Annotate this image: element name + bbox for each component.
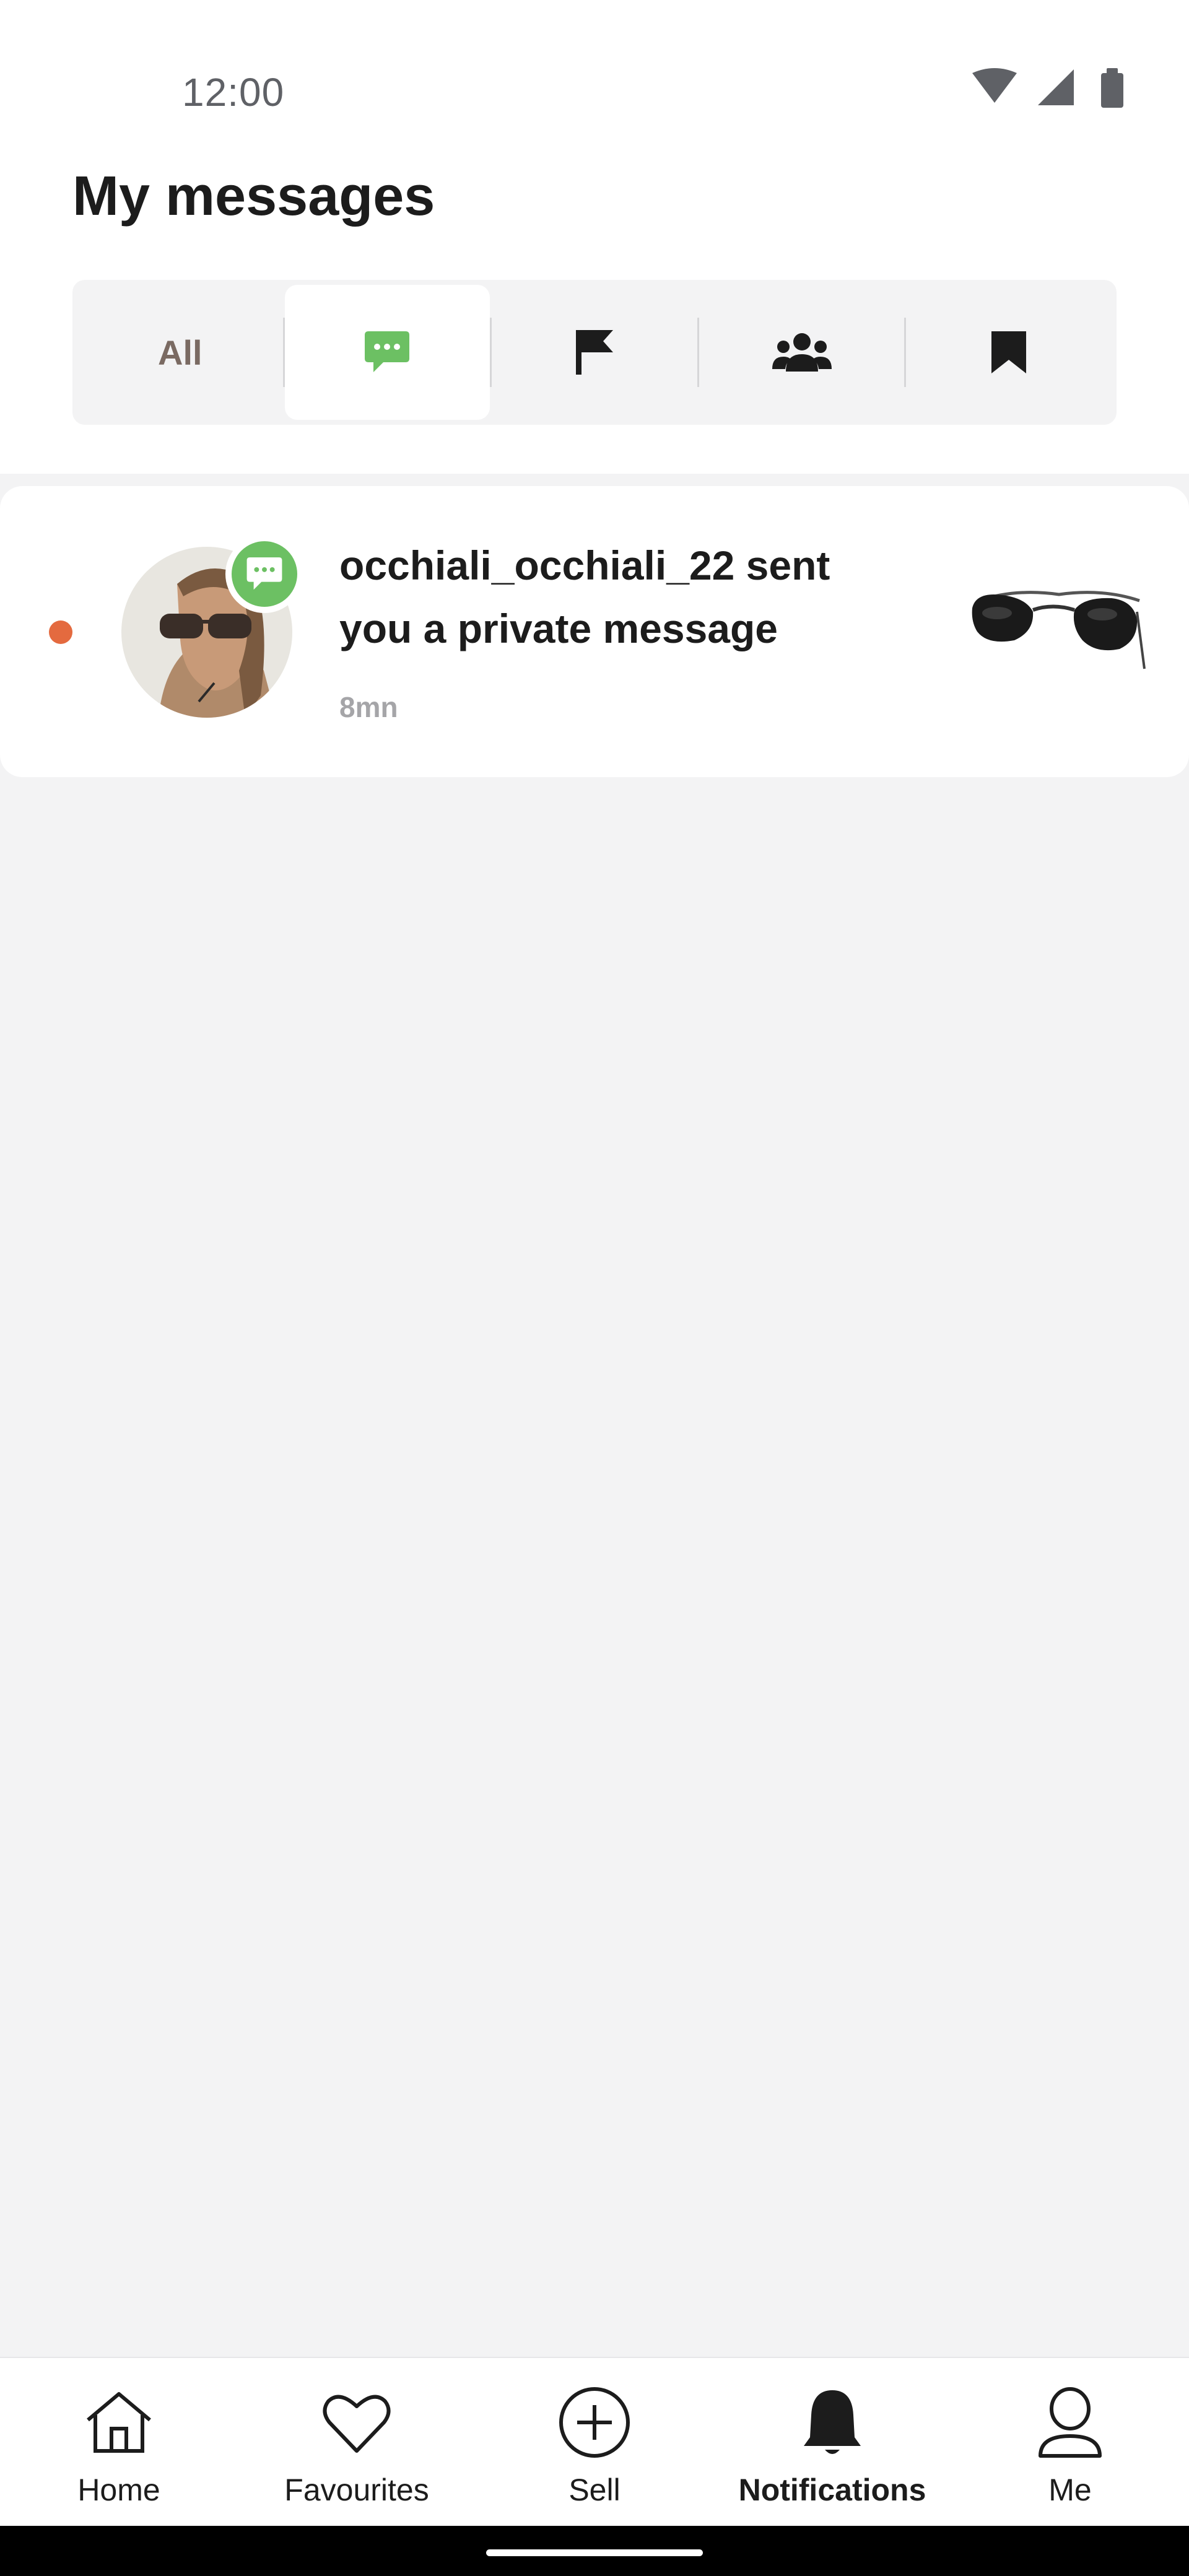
chat-bubble-icon	[246, 557, 282, 590]
nav-notifications-label: Notifications	[738, 2473, 926, 2507]
nav-home-label: Home	[77, 2473, 160, 2507]
unread-indicator	[49, 620, 72, 644]
product-thumbnail[interactable]	[966, 576, 1146, 675]
status-time: 12:00	[182, 70, 285, 115]
plus-circle-icon	[559, 2387, 630, 2458]
group-icon	[772, 333, 832, 372]
nav-me-label: Me	[1048, 2473, 1092, 2507]
nav-favourites-label: Favourites	[284, 2473, 429, 2507]
wifi-icon	[972, 68, 1017, 103]
page-title: My messages	[72, 165, 435, 227]
home-indicator[interactable]	[486, 2549, 703, 2556]
tab-saved[interactable]	[906, 285, 1112, 420]
home-icon	[87, 2392, 151, 2453]
bookmark-icon	[991, 331, 1027, 373]
tab-messages[interactable]	[284, 285, 490, 420]
status-icons	[972, 68, 1123, 108]
tab-flags[interactable]	[492, 285, 697, 420]
notification-text: occhiali_occhiali_22 sent you a private …	[339, 542, 830, 651]
nav-favourites[interactable]: Favourites	[238, 2358, 476, 2526]
tab-all[interactable]: All	[77, 285, 283, 420]
person-icon	[1039, 2387, 1102, 2458]
message-badge	[225, 535, 303, 613]
aviator-sunglasses-image	[972, 591, 1146, 669]
header: My messages All	[0, 136, 1189, 474]
chat-bubble-icon	[365, 331, 410, 372]
tab-all-label: All	[158, 333, 203, 372]
filter-tabs: All	[72, 280, 1117, 425]
status-bar: 12:00	[0, 0, 1189, 136]
nav-sell[interactable]: Sell	[476, 2358, 713, 2526]
heart-icon	[323, 2395, 391, 2453]
nav-sell-label: Sell	[568, 2473, 621, 2507]
notification-time: 8mn	[339, 691, 398, 723]
nav-me[interactable]: Me	[951, 2358, 1189, 2526]
cellular-signal-icon	[1038, 69, 1074, 105]
bottom-nav: Home Favourites Sell Notifications Me	[0, 2357, 1189, 2526]
nav-notifications[interactable]: Notifications	[713, 2358, 951, 2526]
tab-community[interactable]	[699, 285, 905, 420]
nav-home[interactable]: Home	[0, 2358, 238, 2526]
bell-icon	[804, 2390, 861, 2454]
battery-icon	[1101, 68, 1123, 108]
flag-icon	[576, 330, 613, 375]
